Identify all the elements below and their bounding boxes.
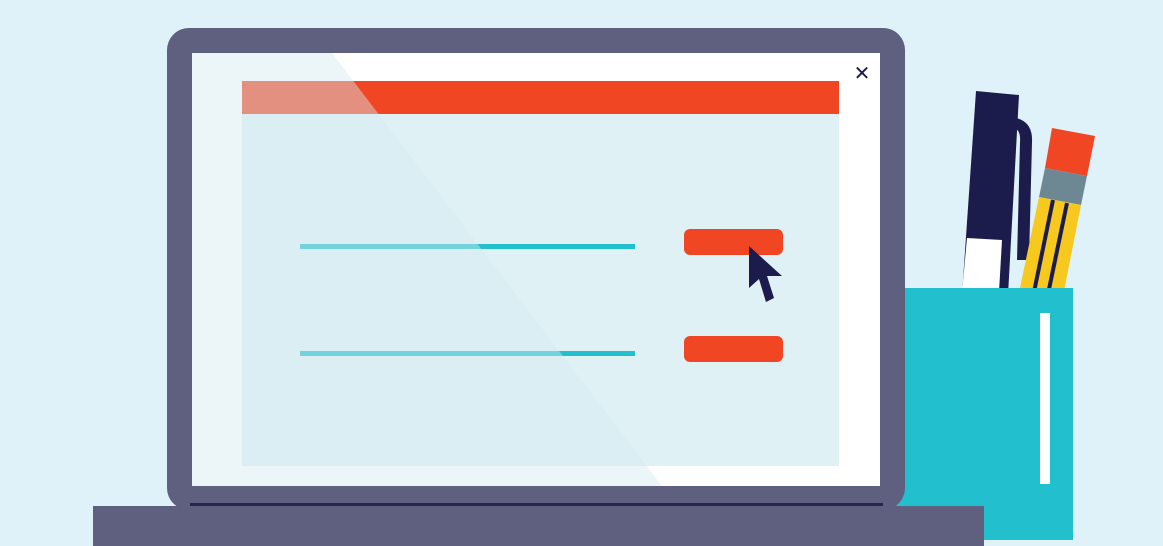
row-1-line <box>300 244 635 249</box>
window-titlebar <box>242 81 839 114</box>
row-2-line <box>300 351 635 356</box>
pen-illustration <box>962 91 1033 295</box>
close-icon[interactable]: ✕ <box>850 61 874 85</box>
mouse-pointer-icon <box>749 246 782 302</box>
cup-highlight <box>1040 313 1050 484</box>
laptop: ✕ <box>167 28 905 510</box>
laptop-base <box>93 506 984 546</box>
pen-cup <box>880 288 1073 540</box>
row-2-button[interactable] <box>684 336 783 362</box>
